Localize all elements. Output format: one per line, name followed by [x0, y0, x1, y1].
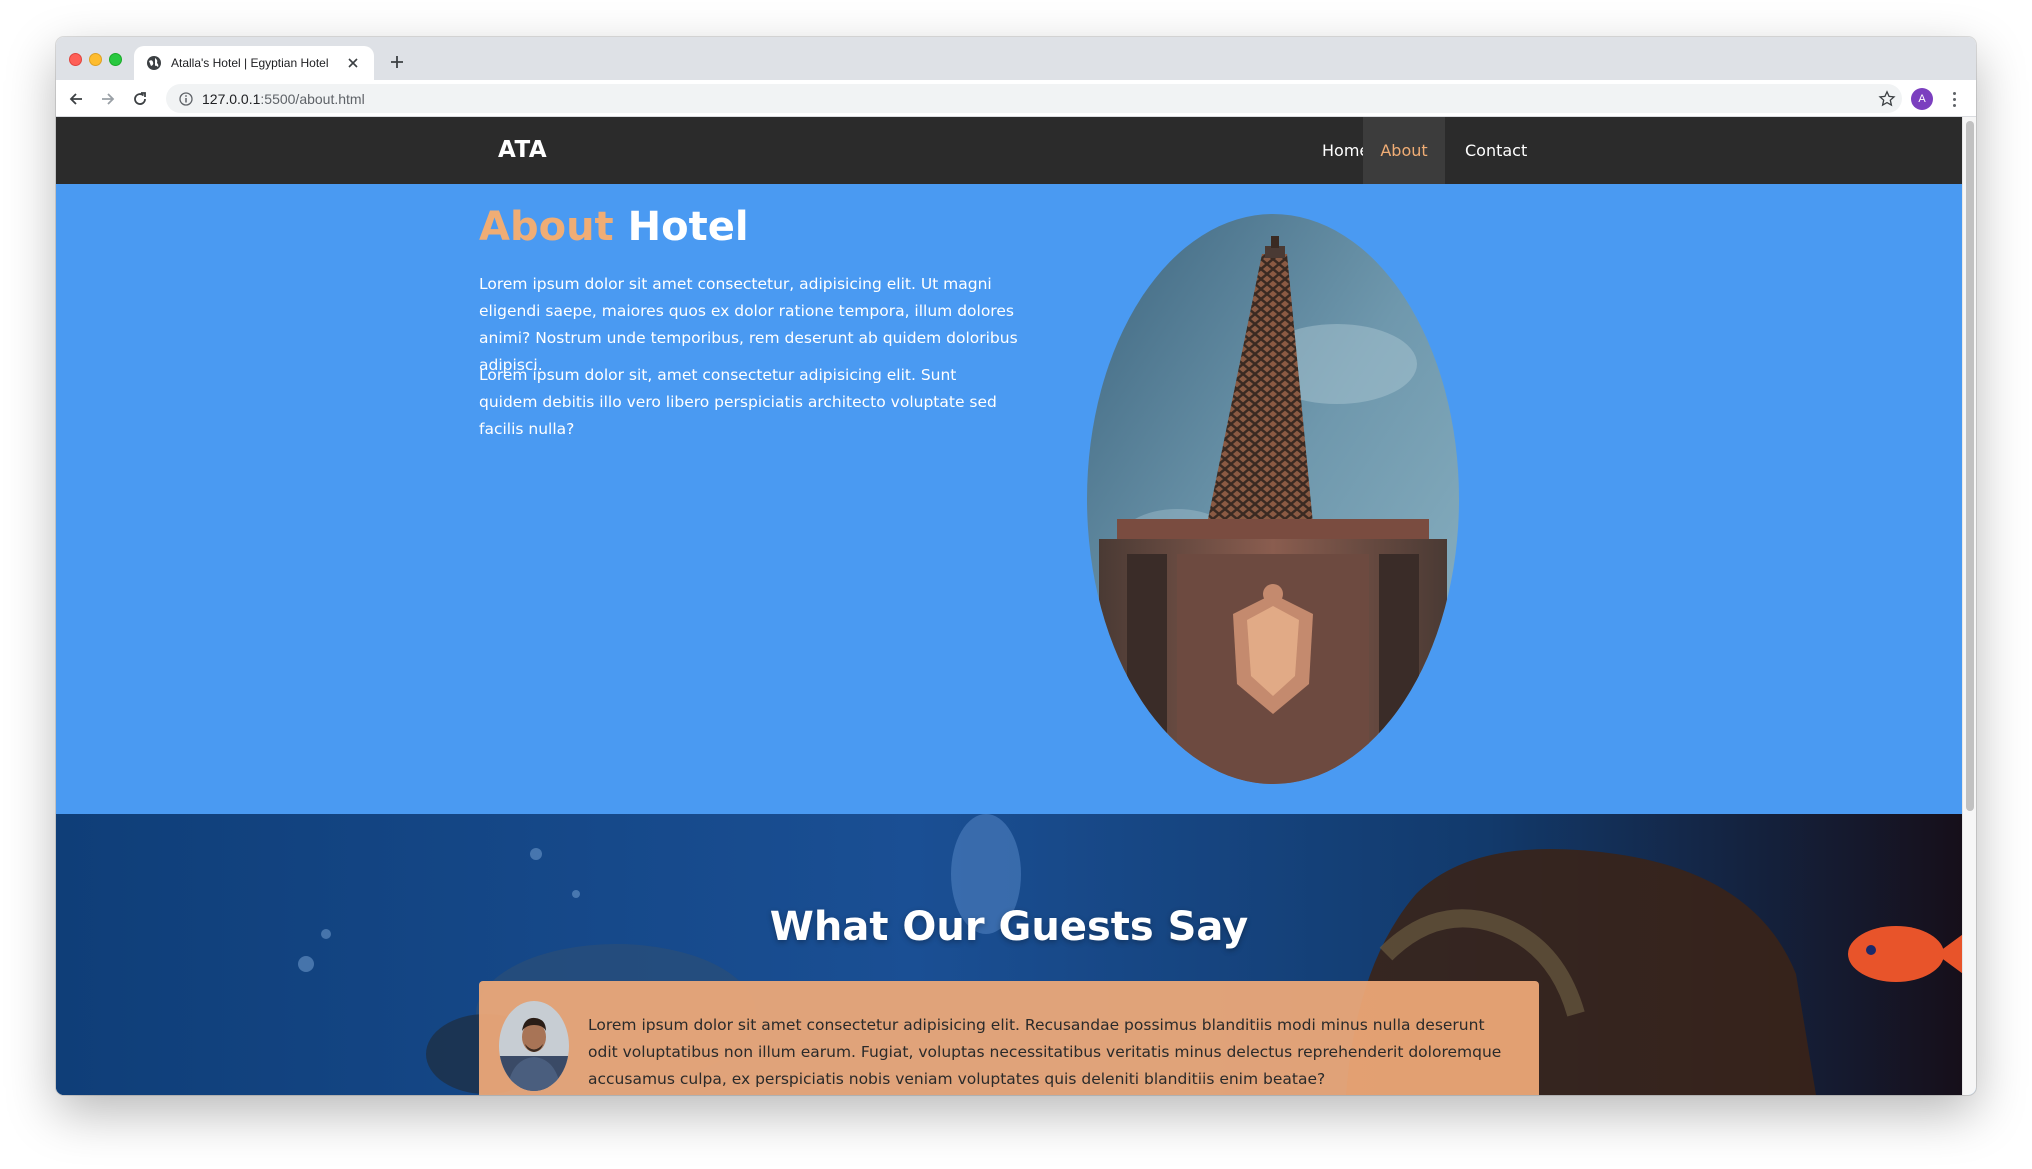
testimonial-card: Lorem ipsum dolor sit amet consectetur a…	[479, 981, 1539, 1095]
guest-avatar	[499, 1001, 569, 1091]
cairo-tower-image	[1087, 214, 1459, 784]
close-window-button[interactable]	[69, 53, 82, 66]
globe-icon	[147, 56, 161, 70]
tab-title: Atalla's Hotel | Egyptian Hotel	[171, 56, 329, 70]
arrow-back-icon[interactable]	[64, 87, 88, 111]
page-viewport: ATA Home About Contact About Hotel Lorem…	[56, 117, 1976, 1095]
address-bar[interactable]: 127.0.0.1:5500/about.html	[166, 84, 1902, 113]
about-heading: About Hotel	[479, 204, 749, 250]
nav-contact-link[interactable]: Contact	[1445, 117, 1547, 184]
scrollbar-thumb[interactable]	[1966, 121, 1974, 811]
close-icon[interactable]	[344, 54, 362, 72]
browser-tab[interactable]: Atalla's Hotel | Egyptian Hotel	[134, 46, 374, 80]
about-section: About Hotel Lorem ipsum dolor sit amet c…	[56, 184, 1962, 814]
about-paragraph: Lorem ipsum dolor sit, amet consectetur …	[479, 366, 997, 438]
minimize-window-button[interactable]	[89, 53, 102, 66]
page-scrollbar[interactable]	[1962, 117, 1976, 1095]
tab-strip: Atalla's Hotel | Egyptian Hotel	[56, 37, 1976, 80]
guests-heading: What Our Guests Say	[769, 904, 1249, 950]
arrow-forward-icon[interactable]	[96, 87, 120, 111]
testimonial-text: Lorem ipsum dolor sit amet consectetur a…	[588, 1016, 1502, 1088]
site-navbar: ATA Home About Contact	[56, 117, 1962, 184]
star-icon[interactable]	[1878, 90, 1896, 108]
guests-section: What Our Guests Say Lorem ipsum dolor si…	[56, 814, 1962, 1095]
site-logo[interactable]: ATA	[498, 137, 547, 163]
browser-toolbar: 127.0.0.1:5500/about.html A	[56, 80, 1976, 117]
profile-avatar[interactable]: A	[1911, 88, 1933, 110]
plus-icon[interactable]	[386, 51, 408, 73]
nav-about-link[interactable]: About	[1363, 117, 1445, 184]
url-text: 127.0.0.1:5500/about.html	[202, 90, 365, 107]
kebab-menu-icon[interactable]	[1949, 88, 1959, 110]
maximize-window-button[interactable]	[109, 53, 122, 66]
browser-window: Atalla's Hotel | Egyptian Hotel 127.0.0.…	[56, 37, 1976, 1095]
reload-icon[interactable]	[128, 87, 152, 111]
info-icon[interactable]	[178, 91, 194, 107]
